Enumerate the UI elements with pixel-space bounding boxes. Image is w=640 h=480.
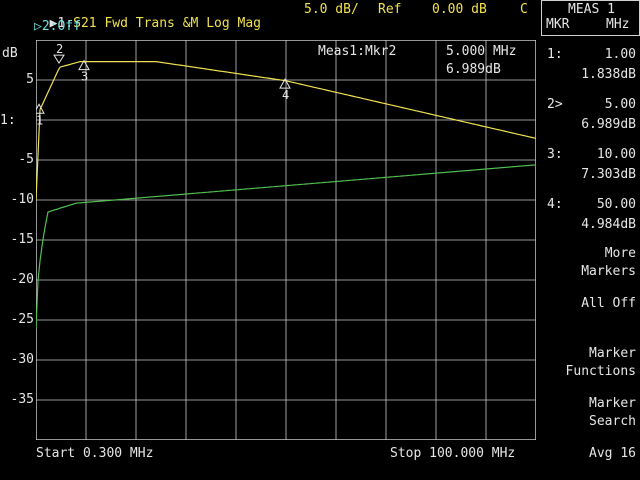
softkey-menu-title: MEAS 1 MKR MHz [541,0,640,36]
marker-1-id: 1: [547,47,563,62]
marker-2-id: 2> [547,97,563,112]
menu-title: MEAS 1 [568,2,615,17]
scale-readout: 5.0 dB/ [304,2,359,17]
marker-1-freq: 1.00 [604,47,636,62]
stop-frequency[interactable]: Stop 100.000 MHz [390,447,515,461]
y-tick-label: -25 [10,312,34,327]
marker-2-value: 6.989dB [581,117,636,132]
trace1-format: &M Log Mag [182,16,261,31]
more-markers-line2: Markers [581,264,636,279]
all-off-softkey[interactable]: All Off [581,295,636,313]
y-tick-label: 1: [0,113,16,128]
marker-4-value: 4.984dB [581,217,636,232]
softkey-panel: MEAS 1 MKR MHz 1: 1.00 1.838dB 2> 5.00 6… [541,0,640,480]
marker-2-icon [53,54,65,65]
marker-functions-line1: Marker [589,346,636,361]
trace-plot: 1 2 3 4 [36,40,536,440]
marker-3-id: 3: [547,147,563,162]
y-tick-label: -35 [10,392,34,407]
y-axis-unit: dB [2,46,18,61]
menu-subtitle-right: MHz [606,17,630,32]
menu-subtitle-left: MKR [546,17,570,32]
marker-2-label: 2 [56,42,63,56]
averaging-indicator: Avg 16 [589,446,636,461]
ref-value: 0.00 dB [432,2,487,17]
marker-4-label: 4 [282,88,289,102]
marker-readout-title: Meas1:Mkr2 [318,44,397,59]
marker-readout-freq: 5.000 MHz [446,44,517,59]
y-tick-label: 5 [26,72,34,87]
more-markers-line1: More [604,246,636,261]
marker-3-value: 7.303dB [581,167,636,182]
y-tick-label: -30 [10,352,34,367]
marker-3-freq: 10.00 [596,147,636,162]
plot-area[interactable]: 1 2 3 4 Meas1:Mkr2 5.000 MHz 6.989dB [36,40,536,440]
marker-search-line2: Search [589,414,636,429]
ref-label: Ref [378,2,402,17]
y-tick-label: -10 [10,192,34,207]
trace1-label: S21 Fwd Trans [73,16,175,31]
marker-2-freq: 5.00 [604,97,636,112]
marker-4-freq: 50.00 [596,197,636,212]
marker-4-id: 4: [547,197,563,212]
cal-flag: C [520,2,528,17]
marker-functions-line2: Functions [565,364,636,379]
trace2-label[interactable]: ▷2:Off [34,20,81,34]
marker-readout-value: 6.989dB [446,62,501,77]
y-tick-label: -15 [10,232,34,247]
y-tick-label: -5 [18,152,34,167]
marker-search-line1: Marker [589,396,636,411]
start-frequency[interactable]: Start 0.300 MHz [36,447,153,461]
markers: 1 2 3 4 [36,42,291,127]
marker-3-label: 3 [81,70,88,84]
marker-1-label: 1 [36,113,43,127]
marker-1-value: 1.838dB [581,67,636,82]
y-tick-label: -20 [10,272,34,287]
